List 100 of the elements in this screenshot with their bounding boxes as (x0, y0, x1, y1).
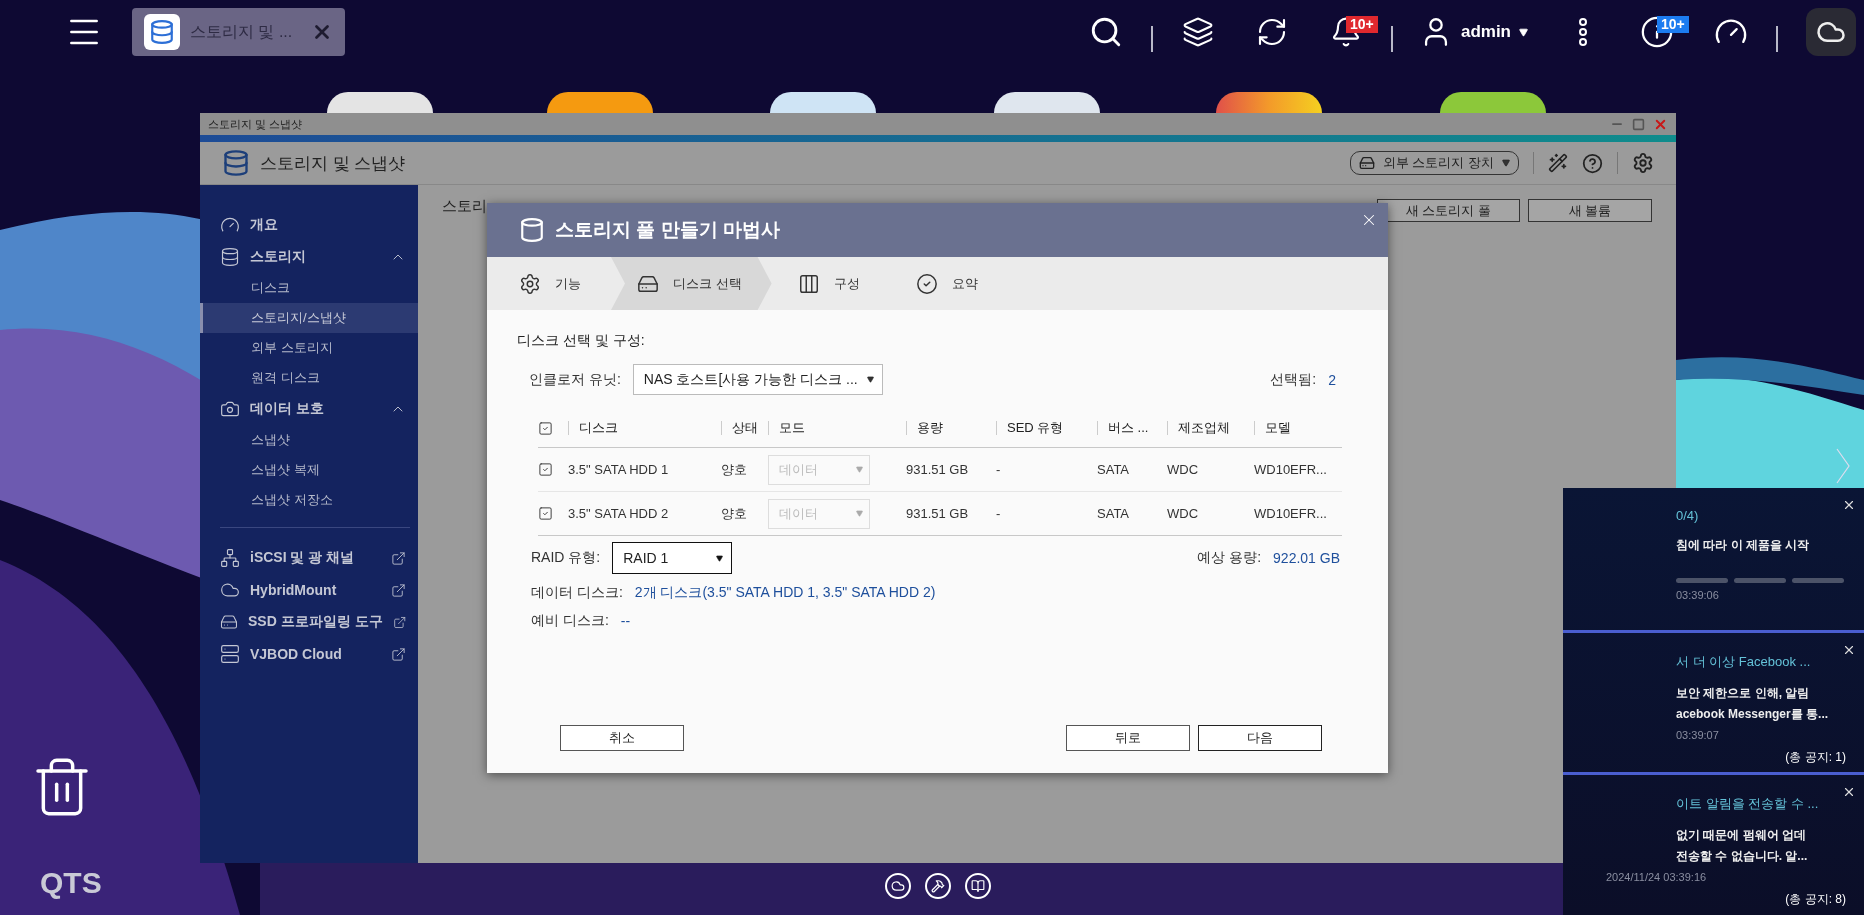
notification-count: (총 공지: 1) (1785, 749, 1846, 766)
wizard-step[interactable]: 구성 (771, 257, 890, 310)
external-link-icon (391, 646, 406, 662)
link-icon (220, 548, 240, 568)
sidebar-section[interactable]: 스토리지 (200, 241, 418, 273)
app-icon[interactable] (994, 92, 1100, 113)
sidebar-item[interactable]: 스냅샷 (200, 425, 418, 455)
columns-icon (797, 272, 820, 295)
caret-icon (1519, 27, 1528, 37)
table-cell: 3.5" SATA HDD 1 (568, 448, 721, 492)
more-icon (1578, 18, 1588, 46)
notification-count: (총 공지: 8) (1785, 891, 1846, 908)
link-icon (220, 644, 240, 664)
selected-count: 2 (1328, 371, 1336, 388)
chevron-right-icon (1836, 448, 1850, 484)
help-button[interactable] (1582, 152, 1603, 174)
sidebar-section[interactable]: 데이터 보호 (200, 393, 418, 425)
cylinder-icon (519, 217, 545, 243)
column-header: 제조업체 (1167, 409, 1254, 448)
user-menu-button[interactable]: admin (1418, 15, 1528, 49)
notification-title[interactable]: 이트 알림을 전송할 수 ... (1676, 795, 1854, 813)
checkbox[interactable] (538, 420, 553, 436)
notification-time: 03:39:06 (1676, 589, 1720, 601)
checkbox[interactable] (538, 506, 553, 521)
sidebar-section[interactable]: 개요 (200, 209, 418, 241)
wizard-step[interactable]: 디스크 선택 (611, 257, 772, 310)
table-cell: SATA (1097, 448, 1167, 492)
sidebar-link[interactable]: SSD 프로파일링 도구 (200, 606, 418, 638)
app-icon[interactable] (1440, 92, 1546, 113)
close-button[interactable] (1842, 498, 1856, 512)
section-title: 디스크 선택 및 구성: (517, 332, 646, 350)
book-button[interactable] (965, 873, 991, 899)
raid-select[interactable]: RAID 1 (612, 542, 733, 574)
table-cell: WD10EFR... (1254, 448, 1342, 492)
notification-text: acebook Messenger를 통... (1676, 706, 1830, 723)
caret-icon (1502, 159, 1510, 167)
settings-button[interactable] (1632, 152, 1654, 174)
close-icon (1842, 643, 1856, 657)
sidebar-item[interactable]: 스토리지/스냅샷 (200, 303, 418, 333)
sidebar-link[interactable]: iSCSI 및 광 채널 (200, 542, 418, 574)
spare-disks-value: -- (620, 613, 631, 629)
settings-icon (1632, 152, 1654, 174)
back-button[interactable]: 뒤로 (1066, 725, 1190, 751)
cloud-button[interactable] (885, 873, 911, 899)
external-link-icon (391, 550, 406, 566)
table-cell: 3.5" SATA HDD 2 (568, 492, 721, 536)
app-icon[interactable] (1216, 92, 1322, 113)
column-header: SED 유형 (996, 409, 1097, 448)
table-cell: WDC (1167, 448, 1254, 492)
field-label: 인클로저 유닛: (529, 370, 621, 389)
layers-icon (1181, 16, 1214, 48)
column-header: 상태 (721, 409, 768, 448)
field-label: RAID 유형: (531, 549, 601, 567)
close-icon (1842, 498, 1856, 512)
sidebar-item[interactable]: 스냅샷 복제 (200, 455, 418, 485)
sidebar-item[interactable]: 외부 스토리지 (200, 333, 418, 363)
storage-app-icon (222, 149, 250, 177)
wand-button[interactable] (1548, 153, 1568, 173)
wizard-step[interactable]: 요약 (889, 257, 1008, 310)
notification-title[interactable]: 0/4) (1676, 508, 1854, 523)
close-button[interactable] (1842, 643, 1856, 657)
checkbox[interactable] (538, 462, 553, 477)
hammer-icon (931, 879, 945, 893)
table-cell: 양호 (721, 492, 768, 536)
sidebar-link[interactable]: HybridMount (200, 574, 418, 606)
toolbar-button[interactable]: 새 스토리지 풀 (1377, 199, 1520, 222)
brand-label: QTS (40, 866, 102, 900)
app-icon[interactable] (327, 92, 433, 113)
cloud-button[interactable] (1806, 8, 1856, 56)
enclosure-select[interactable]: NAS 호스트[사용 가능한 디스크 ... (632, 364, 883, 395)
page-title: 스토리 (442, 197, 487, 216)
check-circle-icon (915, 272, 938, 295)
app-icon[interactable] (547, 92, 653, 113)
hammer-button[interactable] (925, 873, 951, 899)
sidebar-link[interactable]: VJBOD Cloud (200, 638, 418, 670)
notification-title[interactable]: 서 더 이상 Facebook ... (1676, 653, 1854, 671)
help-icon (1582, 152, 1603, 174)
external-storage-dropdown[interactable]: 외부 스토리지 장치 (1349, 151, 1519, 175)
column-header: 버스 ... (1097, 409, 1167, 448)
field-label: 선택됨: (1270, 370, 1317, 389)
notification-text: 전송할 수 없습니다. 알... (1676, 848, 1809, 865)
sidebar-item[interactable]: 스냅샷 저장소 (200, 485, 418, 515)
sidebar-item[interactable]: 원격 디스크 (200, 363, 418, 393)
close-icon (1842, 785, 1856, 799)
caret-icon (856, 510, 863, 517)
storage-app-icon (144, 14, 180, 50)
sidebar-item[interactable]: 디스크 (200, 273, 418, 303)
toolbar-button[interactable]: 새 볼륨 (1528, 199, 1652, 222)
window-title: 스토리지 및 스냅샷 (208, 116, 303, 132)
app-icon[interactable] (770, 92, 876, 113)
wizard-step[interactable]: 기능 (487, 257, 611, 310)
field-label: 예비 디스크: (531, 612, 609, 630)
info-badge: 10+ (1657, 16, 1689, 33)
table-cell: 양호 (721, 448, 768, 492)
estimated-capacity: 922.01 GB (1273, 550, 1340, 566)
close-button[interactable] (1842, 785, 1856, 799)
caret-icon (716, 554, 724, 562)
next-button[interactable]: 다음 (1198, 725, 1322, 751)
column-header: 용량 (906, 409, 996, 448)
cancel-button[interactable]: 취소 (560, 725, 684, 751)
